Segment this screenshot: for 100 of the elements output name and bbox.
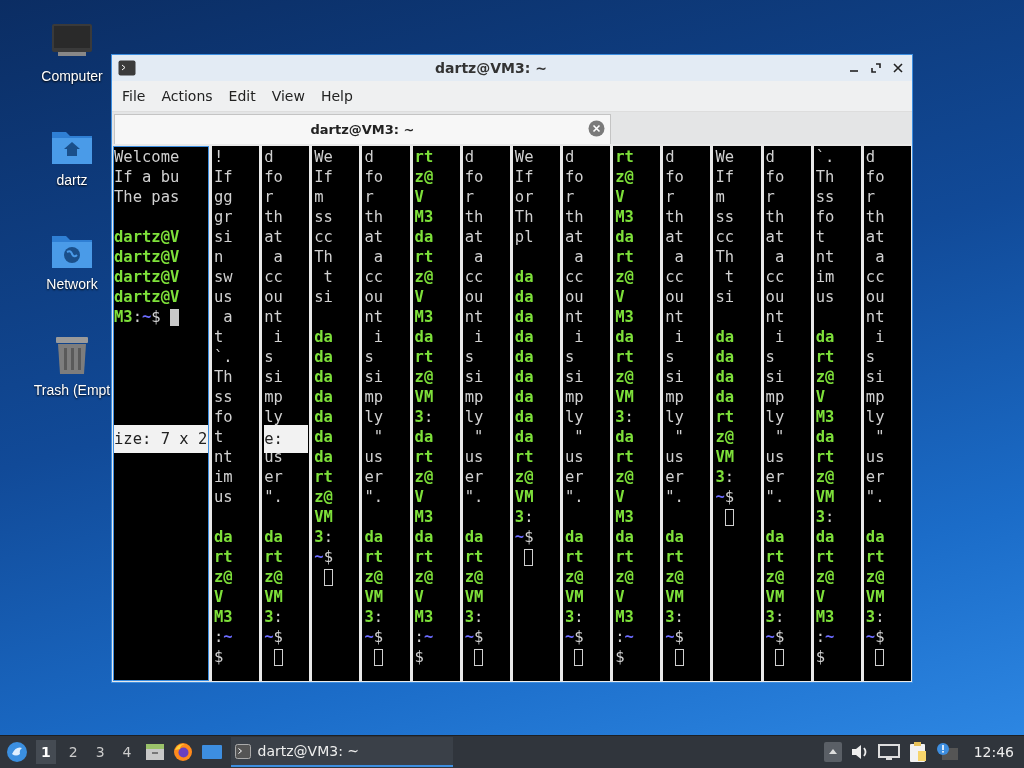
tab[interactable]: dartz@VM3: ~: [114, 114, 611, 144]
workspace-button[interactable]: 4: [117, 740, 137, 764]
terminal-pane[interactable]: rt z@ V M3 da rt z@ V M3 da rt z@ VM 3: da rt z@ V M3 da rt z@ V M3 :~ $: [613, 146, 661, 681]
terminal-pane[interactable]: d fo r th at a cc ou nt i s si mp ly e: us er ". da rt z@ VM 3: ~$: [262, 146, 310, 681]
terminal-line: ": [874, 427, 885, 447]
terminal-line: 3:: [865, 607, 885, 627]
terminal-line: at: [765, 227, 785, 247]
terminal-line: t: [322, 267, 333, 287]
clipboard-icon[interactable]: [907, 741, 928, 763]
terminal-line: 3:: [715, 467, 735, 487]
terminal-line: si: [865, 367, 885, 387]
terminal-line: mp: [364, 387, 384, 407]
terminal-line: dartz@V: [114, 227, 180, 247]
terminal-line: a: [473, 247, 484, 267]
text-cursor: [474, 648, 484, 666]
terminal-line: z@: [464, 567, 484, 587]
terminal-line: rt: [715, 407, 735, 427]
terminal-line: da: [264, 527, 283, 547]
terminal-line: rt: [815, 447, 835, 467]
terminal-line: If: [514, 167, 534, 187]
terminal-line: rt: [815, 347, 835, 367]
terminal-line: nt: [214, 447, 233, 467]
terminal-line: th: [565, 207, 584, 227]
terminal-pane[interactable]: d fo r th at a cc ou nt i s si mp ly " us er ". da rt z@ VM 3: ~$: [863, 146, 911, 681]
terminal-pane[interactable]: ! If gg gr si n sw us a t `. Th ss fo t nt im us da rt z@ V M3 :~ $: [212, 146, 260, 681]
terminal-line: rt: [615, 247, 634, 267]
tab-close-button[interactable]: [588, 120, 605, 137]
terminal-pane[interactable]: Welcome If a bu The pas dartz@V dartz@V dartz@V dartz@V M3:~$ ize: 7 x 2: [113, 146, 209, 681]
terminal-line: rt: [514, 447, 534, 467]
terminal-pane[interactable]: d fo r th at a cc ou nt i s si mp ly " us er ". da rt z@ VM 3: ~$: [362, 146, 410, 681]
workspace-button[interactable]: 3: [90, 740, 110, 764]
terminal-line: V: [615, 187, 625, 207]
terminal-line: ly: [765, 407, 785, 427]
terminal-line: da: [414, 227, 434, 247]
network-icon[interactable]: [877, 743, 900, 761]
terminal-line: V: [414, 287, 424, 307]
browser-icon[interactable]: [172, 742, 193, 762]
terminal-icon: [118, 60, 136, 76]
terminal-line: $: [214, 647, 224, 667]
terminal-line: da: [414, 527, 434, 547]
terminal-pane[interactable]: `. Th ss fo t nt im us da rt z@ V M3 da rt z@ VM 3: da rt z@ V M3 :~ $: [813, 146, 861, 681]
terminal-line: $: [414, 647, 424, 667]
terminal-line: M3: [615, 607, 634, 627]
terminal-line: da: [615, 427, 634, 447]
terminal-pane[interactable]: rt z@ V M3 da rt z@ V M3 da rt z@ VM 3: da rt z@ V M3 da rt z@ V M3 :~ $: [412, 146, 460, 681]
terminal-line: ~$: [264, 627, 283, 647]
app-menu-button[interactable]: [6, 741, 28, 763]
terminal-line: rt: [414, 547, 434, 567]
terminal-line: rt: [464, 547, 484, 567]
taskbar-task[interactable]: dartz@VM3: ~: [230, 737, 453, 767]
terminal-line: cc: [765, 267, 785, 287]
terminal-line: VM: [414, 387, 434, 407]
terminal-line: ou: [665, 287, 684, 307]
terminal-pane[interactable]: d fo r th at a cc ou nt i s si mp ly " us er ". da rt z@ VM 3: ~$: [563, 146, 611, 681]
file-manager-icon[interactable]: [144, 743, 165, 761]
terminal-line: V: [414, 587, 424, 607]
terminal-line: V: [414, 187, 424, 207]
tray-expand-button[interactable]: [823, 742, 842, 762]
terminal-line: si: [565, 367, 584, 387]
terminal-line: mp: [464, 387, 484, 407]
icon-label: Trash (Empt: [33, 382, 111, 398]
terminal-line: VM: [715, 447, 735, 467]
terminal-pane[interactable]: d fo r th at a cc ou nt i s si mp ly " us er ". da rt z@ VM 3: ~$: [462, 146, 510, 681]
terminal-line: at: [565, 227, 584, 247]
terminal-pane[interactable]: d fo r th at a cc ou nt i s si mp ly " us er ". da rt z@ VM 3: ~$: [663, 146, 711, 681]
terminal-pane[interactable]: d fo r th at a cc ou nt i s si mp ly " us er ". da rt z@ VM 3: ~$: [763, 146, 811, 681]
terminal-line: $: [615, 647, 625, 667]
terminal-line: z@: [565, 567, 584, 587]
terminal-line: us: [865, 447, 885, 467]
menu-item[interactable]: Help: [312, 86, 361, 106]
terminal-line: us: [665, 447, 684, 467]
menu-item[interactable]: View: [263, 86, 313, 106]
menu-item[interactable]: Edit: [220, 86, 264, 106]
icon-label: dartz: [56, 172, 88, 188]
terminal-line: da: [514, 407, 534, 427]
terminal-line: z@: [514, 467, 534, 487]
menu-item[interactable]: File: [114, 86, 154, 106]
terminal-line: rt: [815, 547, 835, 567]
terminal-pane[interactable]: We If or Th pl da da da da da da da da da rt z@ VM 3: ~$: [512, 146, 560, 681]
terminal-line: ".: [364, 487, 384, 507]
workspace-button[interactable]: 2: [63, 740, 83, 764]
terminal-line: nt: [264, 307, 283, 327]
notification-icon[interactable]: [935, 742, 960, 762]
terminal-line: V: [615, 287, 625, 307]
terminal-line: da: [615, 327, 634, 347]
terminal-line: ~$: [364, 627, 384, 647]
size-tooltip: e:: [264, 425, 309, 453]
restore-button[interactable]: [868, 60, 884, 76]
terminal-line: Th: [514, 207, 534, 227]
terminal-line: d: [364, 147, 374, 167]
terminal-line: er: [865, 467, 885, 487]
menu-item[interactable]: Actions: [153, 86, 221, 106]
terminal-line: z@: [615, 367, 634, 387]
terminal-line: si: [314, 287, 333, 307]
workspace-button[interactable]: 1: [36, 740, 56, 764]
terminal-pane[interactable]: We If m ss cc Th t si da da da da da da da rt z@ VM 3: ~$: [312, 146, 360, 681]
terminal-pane[interactable]: We If m ss cc Th t si da da da da rt z@ VM 3: ~$: [713, 146, 761, 681]
terminal-line: z@: [615, 567, 634, 587]
terminal-line: i: [473, 327, 484, 347]
window-icon[interactable]: [200, 744, 223, 760]
